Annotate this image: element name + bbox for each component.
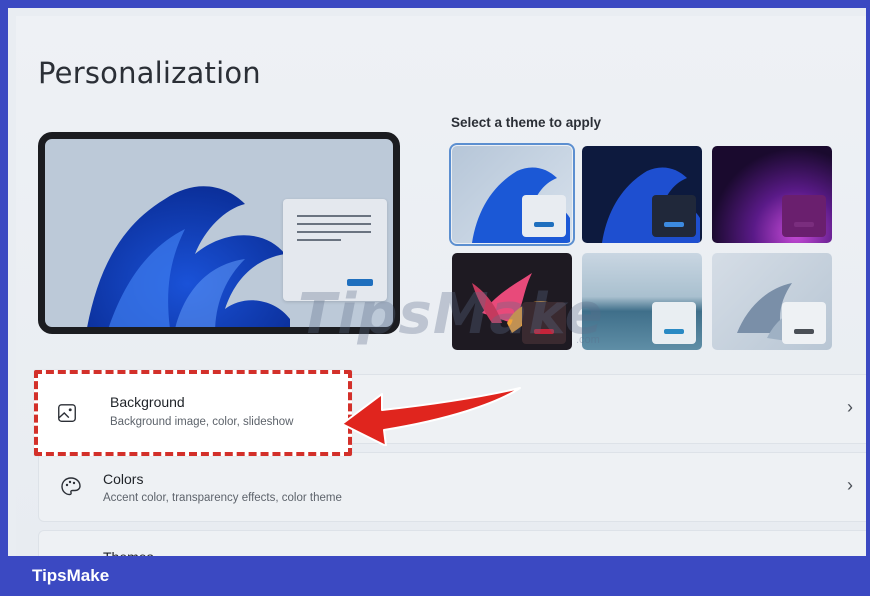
theme-tile-windows-light[interactable] <box>449 143 575 246</box>
theme-mini-window <box>782 195 826 237</box>
theme-mini-window <box>782 302 826 344</box>
colors-title: Colors <box>103 471 144 487</box>
bloom-wallpaper-image <box>87 186 290 327</box>
screenshot-frame: Personalization Select a theme to apply … <box>0 0 870 596</box>
background-row-highlight[interactable]: Background Background image, color, slid… <box>34 370 352 456</box>
page-title: Personalization <box>38 56 261 90</box>
theme-mini-window <box>652 302 696 344</box>
theme-mini-window <box>652 195 696 237</box>
footer-banner: TipsMake <box>0 556 870 596</box>
image-icon <box>58 404 76 422</box>
watermark-suffix: .com <box>576 334 600 346</box>
preview-line <box>297 215 371 217</box>
chevron-right-icon: › <box>847 397 853 417</box>
red-arrow-annotation <box>341 387 521 446</box>
settings-row-colors[interactable]: Colors Accent color, transparency effect… <box>38 452 866 522</box>
theme-section-label: Select a theme to apply <box>451 115 602 130</box>
theme-tile-glow[interactable] <box>712 146 832 243</box>
palette-icon <box>61 477 81 496</box>
theme-tile-flow[interactable] <box>712 253 832 350</box>
preview-line <box>297 223 371 225</box>
preview-line <box>297 239 341 241</box>
colors-subtitle: Accent color, transparency effects, colo… <box>103 492 342 504</box>
background-title: Background <box>110 394 185 410</box>
theme-tile-windows-dark[interactable] <box>582 146 702 243</box>
chevron-right-icon: › <box>847 475 853 495</box>
footer-brand: TipsMake <box>32 566 110 585</box>
watermark-text: TipsMake <box>298 282 604 347</box>
background-subtitle: Background image, color, slideshow <box>110 416 294 428</box>
preview-line <box>297 231 371 233</box>
theme-mini-window <box>522 195 566 237</box>
settings-content: Personalization Select a theme to apply … <box>16 16 866 564</box>
